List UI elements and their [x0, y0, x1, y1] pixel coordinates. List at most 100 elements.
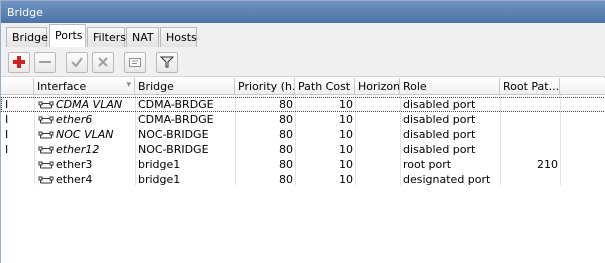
cell-interface: ether3: [38, 157, 134, 172]
cell-path-cost: 10: [339, 158, 353, 171]
cell-path-cost: 10: [339, 128, 353, 141]
tab-nat[interactable]: NAT: [126, 27, 159, 47]
cell-interface: NOC VLAN: [38, 127, 134, 142]
x-icon: [98, 57, 108, 67]
column-header-bridge[interactable]: Bridge: [135, 78, 235, 95]
cell-interface: ether6: [38, 112, 134, 127]
tab-hosts-label: Hosts: [166, 31, 197, 44]
cell-path-cost: 10: [339, 98, 353, 111]
cell-bridge: bridge1: [138, 173, 181, 186]
table-row[interactable]: ether4 bridge1 80 10 designated port: [1, 172, 605, 187]
table-row[interactable]: Iether6 CDMA-BRDGE 80 10 disabled port: [1, 112, 605, 127]
cell-flag: I: [5, 143, 9, 156]
cell-role: disabled port: [403, 128, 476, 141]
cell-priority: 80: [279, 113, 293, 126]
enable-button[interactable]: [66, 52, 88, 73]
cell-flag: I: [5, 128, 9, 141]
column-header-interface[interactable]: Interface ▾: [34, 78, 135, 95]
cell-root-path: [500, 112, 558, 127]
tab-bridge[interactable]: Bridge: [6, 27, 48, 47]
check-icon: [71, 57, 83, 68]
table-header: Interface ▾ Bridge Priority (h... Path Co…: [1, 78, 605, 95]
cell-role: disabled port: [403, 113, 476, 126]
column-header-role[interactable]: Role: [400, 78, 500, 95]
table-row[interactable]: I CDMA VLAN CDMA-BRDGE 80 10 disabled port: [1, 97, 605, 112]
port-icon: [38, 98, 56, 111]
cell-root-path: [500, 172, 558, 187]
window-title: Bridge: [1, 1, 605, 23]
cell-priority: 80: [279, 173, 293, 186]
column-header-flags[interactable]: [1, 78, 34, 95]
cell-root-path: 210: [537, 158, 558, 171]
column-header-priority[interactable]: Priority (h...: [235, 78, 295, 95]
column-header-path-cost-label: Path Cost: [298, 80, 351, 93]
column-header-root-path-label: Root Pat...: [503, 80, 560, 93]
tab-bridge-label: Bridge: [12, 31, 48, 44]
disable-button[interactable]: [92, 52, 114, 73]
comment-button[interactable]: [124, 52, 146, 73]
tab-filters[interactable]: Filters: [87, 27, 126, 47]
chevron-down-icon: ▾: [126, 80, 131, 90]
cell-role: designated port: [403, 173, 491, 186]
interface-name: ether6: [56, 113, 93, 126]
add-button[interactable]: [8, 52, 30, 73]
cell-priority: 80: [279, 158, 293, 171]
column-header-path-cost[interactable]: Path Cost: [295, 78, 355, 95]
cell-interface: CDMA VLAN: [38, 97, 134, 112]
cell-interface: ether12: [38, 142, 134, 157]
port-icon: [38, 143, 56, 156]
cell-flag: [5, 157, 33, 172]
tab-ports-label: Ports: [55, 29, 83, 42]
cell-path-cost: 10: [339, 113, 353, 126]
window-title-text: Bridge: [7, 6, 43, 19]
cell-root-path: [500, 97, 558, 112]
port-icon: [38, 128, 56, 141]
note-icon: [129, 58, 141, 67]
column-header-interface-label: Interface: [37, 80, 87, 93]
cell-priority: 80: [279, 98, 293, 111]
interface-name: CDMA VLAN: [56, 98, 123, 111]
interface-name: ether4: [56, 173, 93, 186]
cell-bridge: CDMA-BRDGE: [138, 113, 214, 126]
column-header-horizon[interactable]: Horizon: [355, 78, 400, 95]
cell-role: disabled port: [403, 143, 476, 156]
column-header-role-label: Role: [403, 80, 427, 93]
table-row[interactable]: Iether12 NOC-BRIDGE 80 10 disabled port: [1, 142, 605, 157]
funnel-icon: [160, 56, 174, 68]
port-icon: [38, 113, 56, 126]
cell-flag: [5, 172, 33, 187]
cell-horizon: [355, 112, 398, 127]
port-icon: [38, 173, 56, 186]
cell-horizon: [355, 142, 398, 157]
interface-name: NOC VLAN: [56, 128, 114, 141]
cell-bridge: CDMA-BRDGE: [138, 98, 214, 111]
tab-bar: Bridge Ports Filters NAT Hosts: [1, 23, 605, 47]
cell-bridge: NOC-BRIDGE: [138, 128, 209, 141]
filter-button[interactable]: [156, 52, 178, 73]
cell-role: root port: [403, 158, 452, 171]
tab-nat-label: NAT: [132, 31, 154, 44]
cell-root-path: [500, 142, 558, 157]
cell-interface: ether4: [38, 172, 134, 187]
toolbar: [1, 47, 605, 77]
tab-filters-label: Filters: [93, 31, 126, 44]
column-header-root-path[interactable]: Root Pat...: [500, 78, 560, 95]
cell-bridge: NOC-BRIDGE: [138, 143, 209, 156]
cell-path-cost: 10: [339, 143, 353, 156]
minus-icon: [39, 61, 51, 63]
cell-flag: I: [5, 113, 9, 126]
cell-horizon: [355, 97, 398, 112]
port-icon: [38, 158, 56, 171]
tab-ports[interactable]: Ports: [49, 24, 86, 47]
cell-horizon: [355, 127, 398, 142]
remove-button[interactable]: [34, 52, 56, 73]
cell-horizon: [355, 157, 398, 172]
tab-hosts[interactable]: Hosts: [160, 27, 197, 47]
cell-priority: 80: [279, 128, 293, 141]
table-row[interactable]: ether3 bridge1 80 10 root port 210: [1, 157, 605, 172]
cell-horizon: [355, 172, 398, 187]
cell-bridge: bridge1: [138, 158, 181, 171]
table-row[interactable]: I NOC VLAN NOC-BRIDGE 80 10 disabled port: [1, 127, 605, 142]
interface-name: ether12: [56, 143, 100, 156]
bridge-window: Bridge Bridge Ports Filters NAT Hosts In…: [0, 0, 605, 263]
